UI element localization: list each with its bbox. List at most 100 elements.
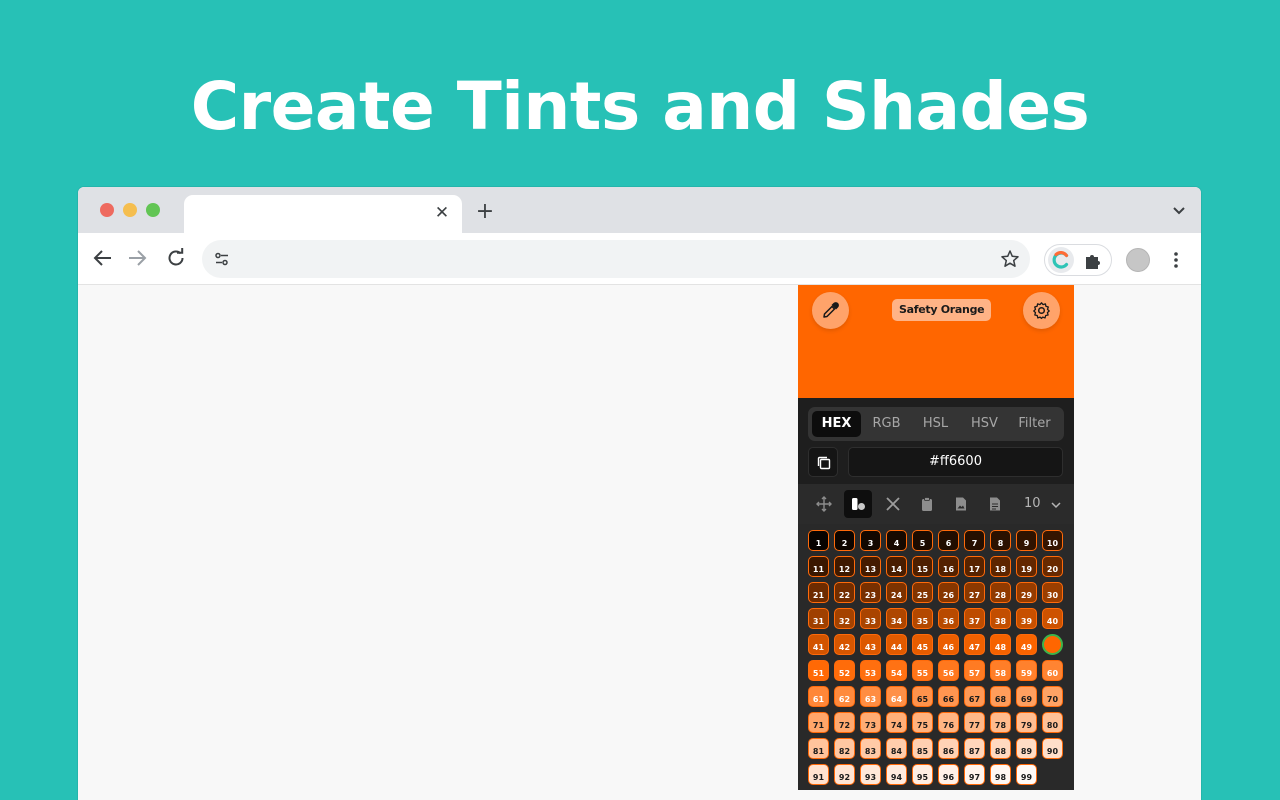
swatch[interactable]: 26: [938, 582, 959, 603]
swatch[interactable]: 48: [990, 634, 1011, 655]
swatch[interactable]: 92: [834, 764, 855, 785]
swatch[interactable]: 42: [834, 634, 855, 655]
swatch[interactable]: 52: [834, 660, 855, 681]
swatch[interactable]: 61: [808, 686, 829, 707]
swatch[interactable]: 2: [834, 530, 855, 551]
tab-hsl[interactable]: HSL: [911, 411, 960, 437]
close-window-button[interactable]: [100, 203, 114, 217]
new-tab-button[interactable]: +: [475, 201, 495, 223]
swatch[interactable]: 23: [860, 582, 881, 603]
paste-button[interactable]: [913, 490, 941, 518]
swatch[interactable]: 40: [1042, 608, 1063, 629]
swatch[interactable]: 49: [1016, 634, 1037, 655]
swatch[interactable]: 4: [886, 530, 907, 551]
swatch[interactable]: 70: [1042, 686, 1063, 707]
swatch[interactable]: 35: [912, 608, 933, 629]
swatch[interactable]: 76: [938, 712, 959, 733]
swatch[interactable]: 41: [808, 634, 829, 655]
colorify-extension-icon[interactable]: [1048, 247, 1074, 273]
swatch[interactable]: 73: [860, 712, 881, 733]
swatch[interactable]: 91: [808, 764, 829, 785]
swatch[interactable]: 3: [860, 530, 881, 551]
swatch[interactable]: 32: [834, 608, 855, 629]
swatch[interactable]: 15: [912, 556, 933, 577]
swatch[interactable]: 30: [1042, 582, 1063, 603]
swatch[interactable]: 83: [860, 738, 881, 759]
maximize-window-button[interactable]: [146, 203, 160, 217]
swatch[interactable]: 18: [990, 556, 1011, 577]
tab-rgb[interactable]: RGB: [862, 411, 911, 437]
swatch[interactable]: 38: [990, 608, 1011, 629]
chevron-down-icon[interactable]: [1171, 204, 1187, 218]
swatch-selected[interactable]: [1042, 634, 1063, 655]
tab-hsv[interactable]: HSV: [960, 411, 1009, 437]
swatch[interactable]: 72: [834, 712, 855, 733]
swatch[interactable]: 96: [938, 764, 959, 785]
puzzle-icon[interactable]: [1084, 252, 1102, 270]
swatch[interactable]: 13: [860, 556, 881, 577]
swatch[interactable]: 88: [990, 738, 1011, 759]
swatch[interactable]: 94: [886, 764, 907, 785]
swatch[interactable]: 44: [886, 634, 907, 655]
swatch[interactable]: 6: [938, 530, 959, 551]
tab-close-icon[interactable]: ✕: [432, 203, 452, 223]
swatch[interactable]: 21: [808, 582, 829, 603]
swatch[interactable]: 80: [1042, 712, 1063, 733]
swatch[interactable]: 54: [886, 660, 907, 681]
swatch[interactable]: 29: [1016, 582, 1037, 603]
swatch[interactable]: 84: [886, 738, 907, 759]
swatch[interactable]: 69: [1016, 686, 1037, 707]
forward-icon[interactable]: [125, 246, 149, 270]
swatch[interactable]: 16: [938, 556, 959, 577]
site-settings-icon[interactable]: [214, 251, 230, 267]
swatch[interactable]: 59: [1016, 660, 1037, 681]
swatch[interactable]: 39: [1016, 608, 1037, 629]
swatch[interactable]: 82: [834, 738, 855, 759]
settings-button[interactable]: [1023, 292, 1060, 329]
swatch[interactable]: 98: [990, 764, 1011, 785]
swatch[interactable]: 12: [834, 556, 855, 577]
swatch[interactable]: 68: [990, 686, 1011, 707]
swatch[interactable]: 62: [834, 686, 855, 707]
swatch[interactable]: 56: [938, 660, 959, 681]
eyedropper-button[interactable]: [812, 292, 849, 329]
swatch[interactable]: 74: [886, 712, 907, 733]
swatch[interactable]: 57: [964, 660, 985, 681]
swatch[interactable]: 33: [860, 608, 881, 629]
swatch[interactable]: 95: [912, 764, 933, 785]
reload-icon[interactable]: [164, 246, 188, 270]
swatch[interactable]: 58: [990, 660, 1011, 681]
swatch[interactable]: 45: [912, 634, 933, 655]
swatch[interactable]: 1: [808, 530, 829, 551]
swatch[interactable]: 87: [964, 738, 985, 759]
swatch[interactable]: 47: [964, 634, 985, 655]
swatch[interactable]: 99: [1016, 764, 1037, 785]
swatch[interactable]: 34: [886, 608, 907, 629]
swatch[interactable]: 31: [808, 608, 829, 629]
swatch[interactable]: 86: [938, 738, 959, 759]
swatch[interactable]: 67: [964, 686, 985, 707]
back-icon[interactable]: [91, 246, 115, 270]
clear-button[interactable]: [879, 490, 907, 518]
tab-hex[interactable]: HEX: [812, 411, 861, 437]
swatch[interactable]: 75: [912, 712, 933, 733]
swatch[interactable]: 10: [1042, 530, 1063, 551]
swatch[interactable]: 77: [964, 712, 985, 733]
swatch[interactable]: 79: [1016, 712, 1037, 733]
swatch[interactable]: 11: [808, 556, 829, 577]
swatch[interactable]: 22: [834, 582, 855, 603]
swatch[interactable]: 55: [912, 660, 933, 681]
address-bar[interactable]: [202, 240, 1030, 278]
swatch[interactable]: 85: [912, 738, 933, 759]
color-value-field[interactable]: #ff6600: [848, 447, 1063, 477]
swatch[interactable]: 93: [860, 764, 881, 785]
swatch[interactable]: 81: [808, 738, 829, 759]
swatch[interactable]: 43: [860, 634, 881, 655]
swatch[interactable]: 19: [1016, 556, 1037, 577]
move-button[interactable]: [810, 490, 838, 518]
swatch[interactable]: 5: [912, 530, 933, 551]
swatch[interactable]: 8: [990, 530, 1011, 551]
export-file-button[interactable]: [981, 490, 1009, 518]
swatch[interactable]: 65: [912, 686, 933, 707]
swatch[interactable]: 60: [1042, 660, 1063, 681]
